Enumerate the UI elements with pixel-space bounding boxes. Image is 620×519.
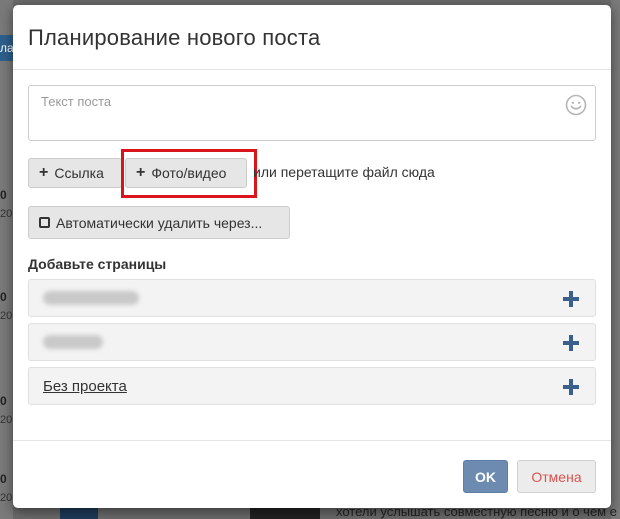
post-text-input[interactable] [29,86,595,140]
ok-button[interactable]: OK [463,460,508,493]
add-page-plus-icon[interactable] [563,379,579,395]
background-marker: 0 [0,472,7,486]
background-marker: 20 [0,492,13,504]
background-marker: 0 [0,394,7,408]
background-marker: 0 [0,290,7,304]
background-tab: ла [0,35,13,61]
page-row[interactable] [28,279,596,317]
post-text-box [28,85,596,141]
checkbox-icon [39,217,50,228]
smile-icon[interactable] [565,94,587,116]
background-marker: 20 [0,310,13,322]
add-photo-video-label: Фото/видео [151,165,227,181]
modal-title: Планирование нового поста [28,25,321,50]
schedule-post-modal: Планирование нового поста + Ссылка + Фот… [13,5,611,508]
auto-delete-button[interactable]: Автоматически удалить через... [28,206,290,239]
page-row[interactable] [28,323,596,361]
auto-delete-label: Автоматически удалить через... [56,214,263,231]
background-marker: 20 [0,414,13,426]
background-right-strip [611,0,620,519]
add-photo-video-button[interactable]: + Фото/видео [125,158,247,188]
add-link-label: Ссылка [54,165,104,181]
background-marker: 0 [0,188,7,202]
plus-icon: + [136,164,146,181]
drag-file-hint: или перетащите файл сюда [253,164,435,180]
modal-header: Планирование нового поста [13,5,611,70]
add-page-plus-icon[interactable] [563,335,579,351]
add-pages-label: Добавьте страницы [28,256,167,272]
page-row[interactable]: Без проекта [28,367,596,405]
add-link-button[interactable]: + Ссылка [28,158,122,188]
add-page-plus-icon[interactable] [563,291,579,307]
page-name: Без проекта [43,377,127,395]
background-marker: 20 [0,208,13,220]
plus-icon: + [39,164,49,181]
modal-footer: OK Отмена [13,440,611,508]
page-name-blurred [43,335,103,349]
background-left-strip [0,0,13,519]
page-name-blurred [43,291,139,305]
cancel-button[interactable]: Отмена [517,460,596,493]
